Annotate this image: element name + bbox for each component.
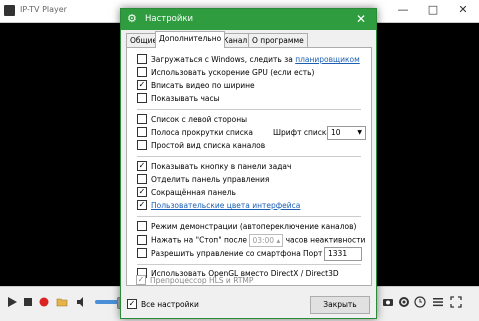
checkbox-checked[interactable]: ✓ xyxy=(137,80,147,90)
option-autostart[interactable]: Загружаться с Windows, следить за планир… xyxy=(137,54,360,66)
option-fit-width[interactable]: ✓ Вписать видео по ширине xyxy=(137,80,255,92)
checkbox[interactable] xyxy=(137,174,147,184)
chevron-down-icon: ▼ xyxy=(357,129,362,136)
option-scrollbar[interactable]: Полоса прокрутки списка xyxy=(137,127,253,139)
settings-dialog: ⚙ Настройки ✕ Общие Дополнительно Канал … xyxy=(120,8,377,319)
list-icon[interactable] xyxy=(432,296,444,308)
option-taskbar[interactable]: ✓ Показывать кнопку в панели задач xyxy=(137,161,291,173)
divider xyxy=(137,264,361,265)
font-size-select[interactable]: 10 ▼ xyxy=(327,126,366,140)
checkbox[interactable] xyxy=(137,127,147,137)
screenshot-icon[interactable] xyxy=(382,296,394,308)
checkbox[interactable] xyxy=(137,67,147,77)
divider xyxy=(137,109,361,110)
all-settings-toggle[interactable]: ✓ Все настройки xyxy=(127,299,199,311)
fullscreen-icon[interactable] xyxy=(450,296,462,308)
minimize-icon[interactable]: — xyxy=(388,3,418,17)
close-button[interactable]: Закрыть xyxy=(310,296,370,314)
gear-icon: ⚙ xyxy=(127,12,137,25)
time-input[interactable]: 03:00 ▴ xyxy=(249,234,284,247)
option-demo-mode[interactable]: Режим демонстрации (автопереключение кан… xyxy=(137,221,356,233)
tab-about[interactable]: О программе xyxy=(248,33,308,47)
checkbox-checked[interactable]: ✓ xyxy=(137,200,147,210)
option-smartphone[interactable]: Разрешить управление со смартфона xyxy=(137,248,301,260)
scheduler-link[interactable]: планировщиком xyxy=(295,55,360,64)
checkbox-checked[interactable]: ✓ xyxy=(137,187,147,197)
checkbox[interactable] xyxy=(137,93,147,103)
settings-icon[interactable] xyxy=(398,296,410,308)
option-list-left[interactable]: Список с левой стороны xyxy=(137,114,247,126)
option-clock[interactable]: Показывать часы xyxy=(137,93,220,105)
option-custom-colors[interactable]: ✓ Пользовательские цвета интерфейса xyxy=(137,200,300,212)
advanced-panel: Загружаться с Windows, следить за планир… xyxy=(126,47,372,286)
record-icon[interactable] xyxy=(38,296,50,308)
option-gpu[interactable]: Использовать ускорение GPU (если есть) xyxy=(137,67,314,79)
checkbox[interactable] xyxy=(137,140,147,150)
font-label: Шрифт списка xyxy=(273,128,331,137)
play-icon[interactable] xyxy=(6,296,18,308)
checkbox[interactable] xyxy=(137,54,147,64)
player-title: IP-TV Player xyxy=(20,5,67,14)
checkbox[interactable] xyxy=(137,234,147,245)
divider xyxy=(137,216,361,217)
option-hls-preprocessor: ✓ Препроцессор HLS и RTMP xyxy=(136,275,254,285)
close-icon[interactable]: ✕ xyxy=(448,3,478,17)
divider xyxy=(137,156,361,157)
option-simple-list[interactable]: Простой вид списка каналов xyxy=(137,140,265,152)
checkbox-checked-disabled: ✓ xyxy=(136,275,146,285)
folder-icon[interactable] xyxy=(56,296,68,308)
dialog-titlebar: ⚙ Настройки ✕ xyxy=(121,9,376,30)
volume-icon[interactable] xyxy=(76,296,88,308)
dialog-close-icon[interactable]: ✕ xyxy=(346,9,376,30)
checkbox-checked[interactable]: ✓ xyxy=(137,161,147,171)
checkbox-checked[interactable]: ✓ xyxy=(127,299,137,309)
clock-icon[interactable] xyxy=(414,296,426,308)
checkbox[interactable] xyxy=(137,114,147,124)
maximize-icon[interactable]: □ xyxy=(418,3,448,17)
checkbox[interactable] xyxy=(137,248,147,258)
port-input[interactable]: 1331 xyxy=(324,247,362,261)
checkbox[interactable] xyxy=(137,221,147,231)
tab-advanced[interactable]: Дополнительно xyxy=(155,31,226,48)
port-label: Порт xyxy=(303,249,323,258)
option-detach-panel[interactable]: Отделить панель управления xyxy=(137,174,269,186)
app-icon xyxy=(4,5,15,16)
option-compact[interactable]: ✓ Сокращённая панель xyxy=(137,187,236,199)
option-auto-stop[interactable]: Нажать на "Стоп" после 03:00 ▴ часов неа… xyxy=(137,234,365,247)
dialog-title: Настройки xyxy=(145,14,194,24)
stop-icon[interactable] xyxy=(22,296,34,308)
